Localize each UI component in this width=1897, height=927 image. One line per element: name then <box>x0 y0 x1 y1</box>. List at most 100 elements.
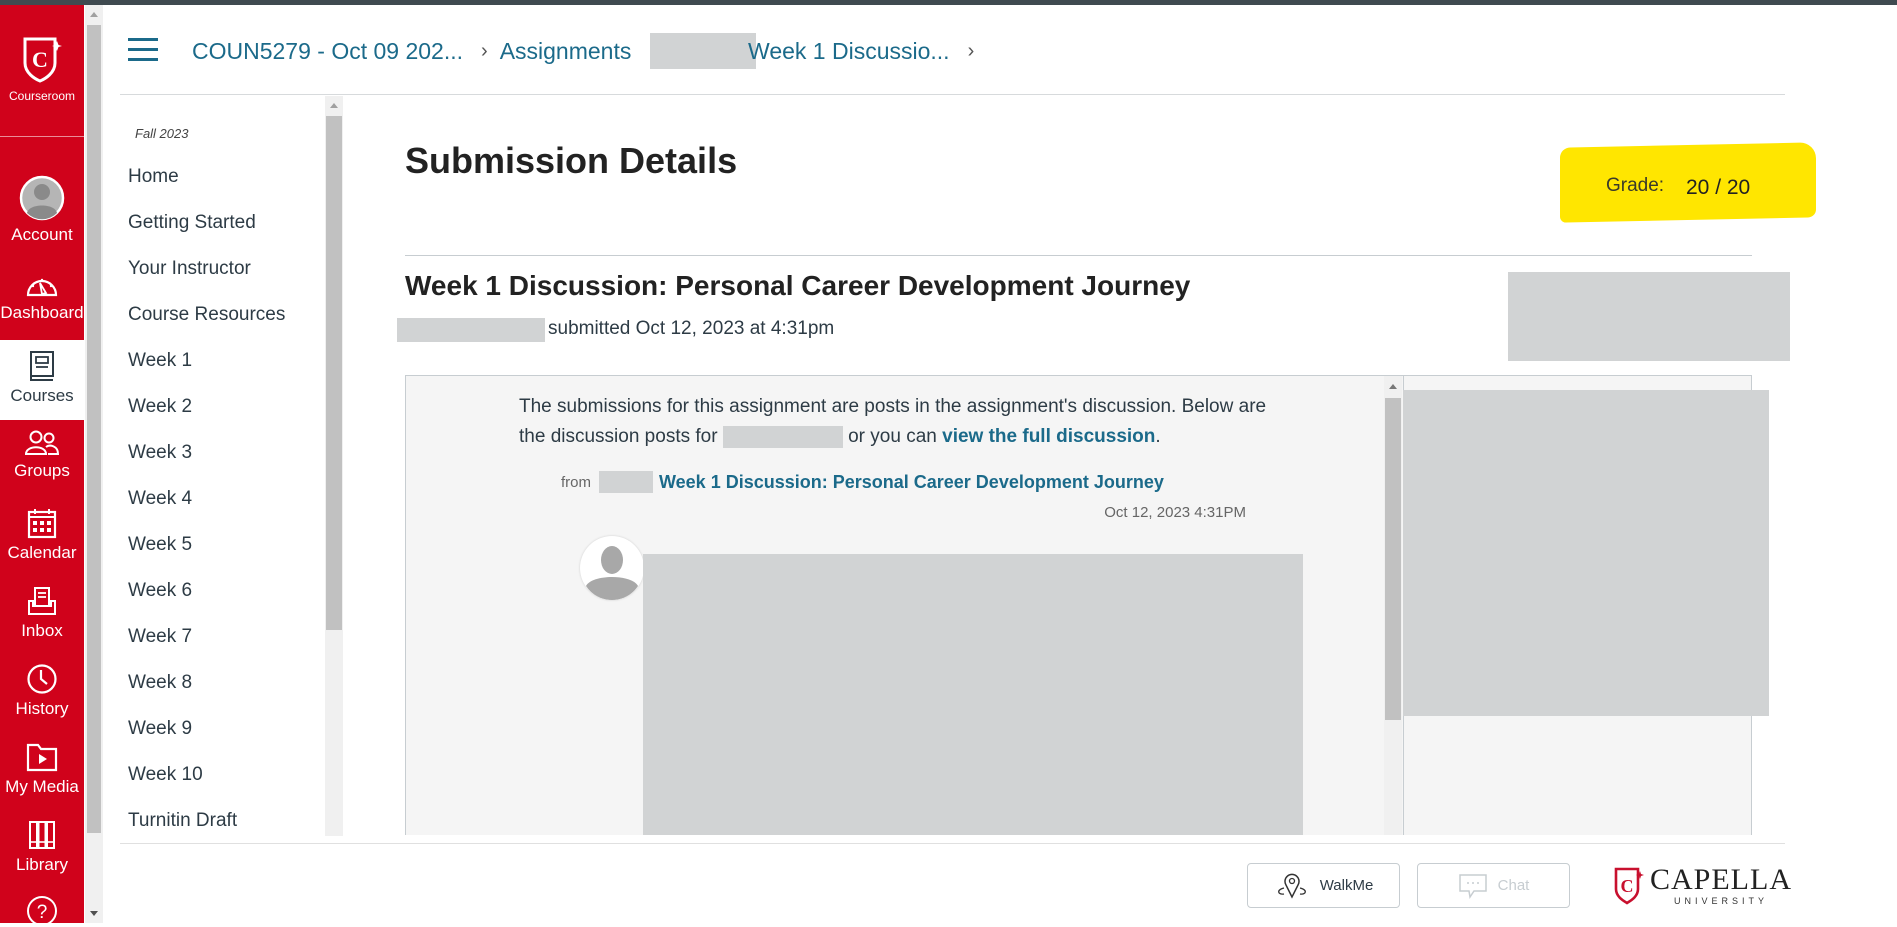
course-nav-item[interactable]: Week 6 <box>128 580 192 602</box>
course-nav-item[interactable]: Your Instructor <box>128 258 251 280</box>
gnav-groups-label: Groups <box>14 461 70 480</box>
capella-logo: C CAPELLA UNIVERSITY <box>1614 863 1792 906</box>
course-nav-item[interactable]: Week 3 <box>128 442 192 464</box>
scroll-up-arrow-icon[interactable] <box>90 12 98 17</box>
account-avatar-icon <box>19 175 65 221</box>
redacted-student-name <box>722 425 843 448</box>
courseroom-label: Courseroom <box>8 89 76 103</box>
breadcrumb-assignment[interactable]: Week 1 Discussio... <box>748 38 950 65</box>
view-full-discussion-link[interactable]: view the full discussion <box>942 426 1155 447</box>
gnav-inbox-label: Inbox <box>21 621 63 640</box>
hamburger-icon <box>128 38 158 41</box>
submitted-timestamp: submitted Oct 12, 2023 at 4:31pm <box>548 318 835 339</box>
courseroom-shield-icon: C <box>23 37 62 83</box>
redacted-side-panel <box>1508 272 1790 361</box>
global-nav-scrollbar[interactable] <box>85 5 103 923</box>
scrollbar-thumb[interactable] <box>326 116 342 630</box>
header-divider <box>120 94 1785 95</box>
breadcrumb-course[interactable]: COUN5279 - Oct 09 202... <box>192 38 463 65</box>
redacted-student-name <box>397 318 545 342</box>
capella-subtitle: UNIVERSITY <box>1673 896 1768 906</box>
post-date: Oct 12, 2023 4:31PM <box>1104 504 1246 521</box>
intro-period: . <box>1155 426 1161 447</box>
course-nav-item[interactable]: Week 10 <box>128 764 203 786</box>
course-nav-item[interactable]: Week 4 <box>128 488 192 510</box>
course-nav-item[interactable]: Week 2 <box>128 396 192 418</box>
hamburger-icon-bar <box>128 58 158 61</box>
scrollbar-thumb[interactable] <box>87 25 101 833</box>
course-nav-item[interactable]: Week 5 <box>128 534 192 556</box>
dashboard-gauge-icon <box>26 278 58 297</box>
gnav-account-label: Account <box>11 225 73 244</box>
global-nav: C Courseroom Account Dashboard Courses G… <box>0 5 84 926</box>
help-question-icon: ? <box>27 896 57 926</box>
courses-book-icon <box>30 351 54 381</box>
chat-bubble-icon <box>1458 873 1487 899</box>
walkme-button[interactable]: WalkMe <box>1247 863 1400 908</box>
walkme-pin-icon <box>1277 873 1306 899</box>
course-nav-item[interactable]: Week 1 <box>128 350 192 372</box>
from-label: from <box>561 473 591 491</box>
inbox-tray-icon <box>28 587 56 615</box>
gnav-courses-label: Courses <box>10 386 74 405</box>
gnav-history-label: History <box>15 699 69 718</box>
course-nav-item[interactable]: Week 7 <box>128 626 192 648</box>
gnav-library[interactable]: Library <box>0 819 84 875</box>
discussion-posts-pane: The submissions for this assignment are … <box>406 376 1384 835</box>
hamburger-icon-bar <box>128 48 158 51</box>
scroll-up-arrow-icon[interactable] <box>1389 384 1397 389</box>
gnav-my-media-label: My Media <box>5 777 79 796</box>
capella-wordmark: CAPELLA <box>1650 863 1792 896</box>
library-books-icon <box>29 821 55 849</box>
gnav-history[interactable]: History <box>0 663 84 719</box>
gnav-account[interactable]: Account <box>0 175 84 245</box>
scroll-down-arrow-icon[interactable] <box>90 911 98 916</box>
course-nav-item[interactable]: Week 8 <box>128 672 192 694</box>
capella-shield-icon: C <box>1614 867 1644 905</box>
scrollbar-thumb[interactable] <box>1385 398 1401 720</box>
gnav-inbox[interactable]: Inbox <box>0 585 84 641</box>
chat-button[interactable]: Chat <box>1417 863 1570 908</box>
course-nav-scrollbar[interactable] <box>325 96 343 836</box>
intro-text-continued: or you can <box>848 426 937 447</box>
gnav-courses[interactable]: Courses <box>0 340 84 420</box>
browser-top-edge <box>0 0 1897 5</box>
gnav-groups[interactable]: Groups <box>0 429 84 481</box>
user-placeholder-icon <box>581 537 643 600</box>
walkme-label: WalkMe <box>1319 877 1374 894</box>
history-clock-icon <box>27 664 57 694</box>
discussion-topic-link[interactable]: Week 1 Discussion: Personal Career Devel… <box>659 472 1164 493</box>
title-divider <box>405 255 1752 256</box>
gnav-help[interactable]: ? <box>0 895 84 927</box>
svg-text:?: ? <box>37 902 48 923</box>
groups-people-icon <box>24 430 60 455</box>
course-menu-toggle-button[interactable] <box>128 38 158 62</box>
course-nav-item[interactable]: Getting Started <box>128 212 256 234</box>
gnav-library-label: Library <box>16 855 68 874</box>
discussion-intro-text: The submissions for this assignment are … <box>519 392 1279 452</box>
chevron-right-icon: › <box>967 39 975 62</box>
gnav-calendar[interactable]: Calendar <box>0 507 84 563</box>
course-nav-item[interactable]: Turnitin Draft <box>128 810 237 832</box>
course-nav-item[interactable]: Course Resources <box>128 304 285 326</box>
gnav-my-media[interactable]: My Media <box>0 741 84 797</box>
redacted-breadcrumb <box>650 33 757 69</box>
redacted-post-body <box>643 554 1303 835</box>
assignment-title: Week 1 Discussion: Personal Career Devel… <box>405 270 1191 301</box>
gnav-dashboard[interactable]: Dashboard <box>0 273 84 323</box>
preview-scrollbar[interactable] <box>1384 376 1402 835</box>
post-source-row: from Week 1 Discussion: Personal Career … <box>561 471 1164 493</box>
course-term: Fall 2023 <box>135 126 189 141</box>
scroll-up-arrow-icon[interactable] <box>330 103 338 108</box>
footer-divider <box>120 843 1785 844</box>
svg-text:C: C <box>32 47 48 72</box>
grade-label: Grade: <box>1606 175 1665 196</box>
chat-label: Chat <box>1497 877 1530 894</box>
breadcrumb-assignments[interactable]: Assignments <box>500 38 632 65</box>
course-nav-item[interactable]: Week 9 <box>128 718 192 740</box>
gnav-calendar-label: Calendar <box>7 543 77 562</box>
courseroom-home-link[interactable]: C Courseroom <box>0 5 84 137</box>
avatar <box>580 536 644 600</box>
svg-text:C: C <box>1621 876 1634 896</box>
course-nav-item[interactable]: Home <box>128 166 179 188</box>
